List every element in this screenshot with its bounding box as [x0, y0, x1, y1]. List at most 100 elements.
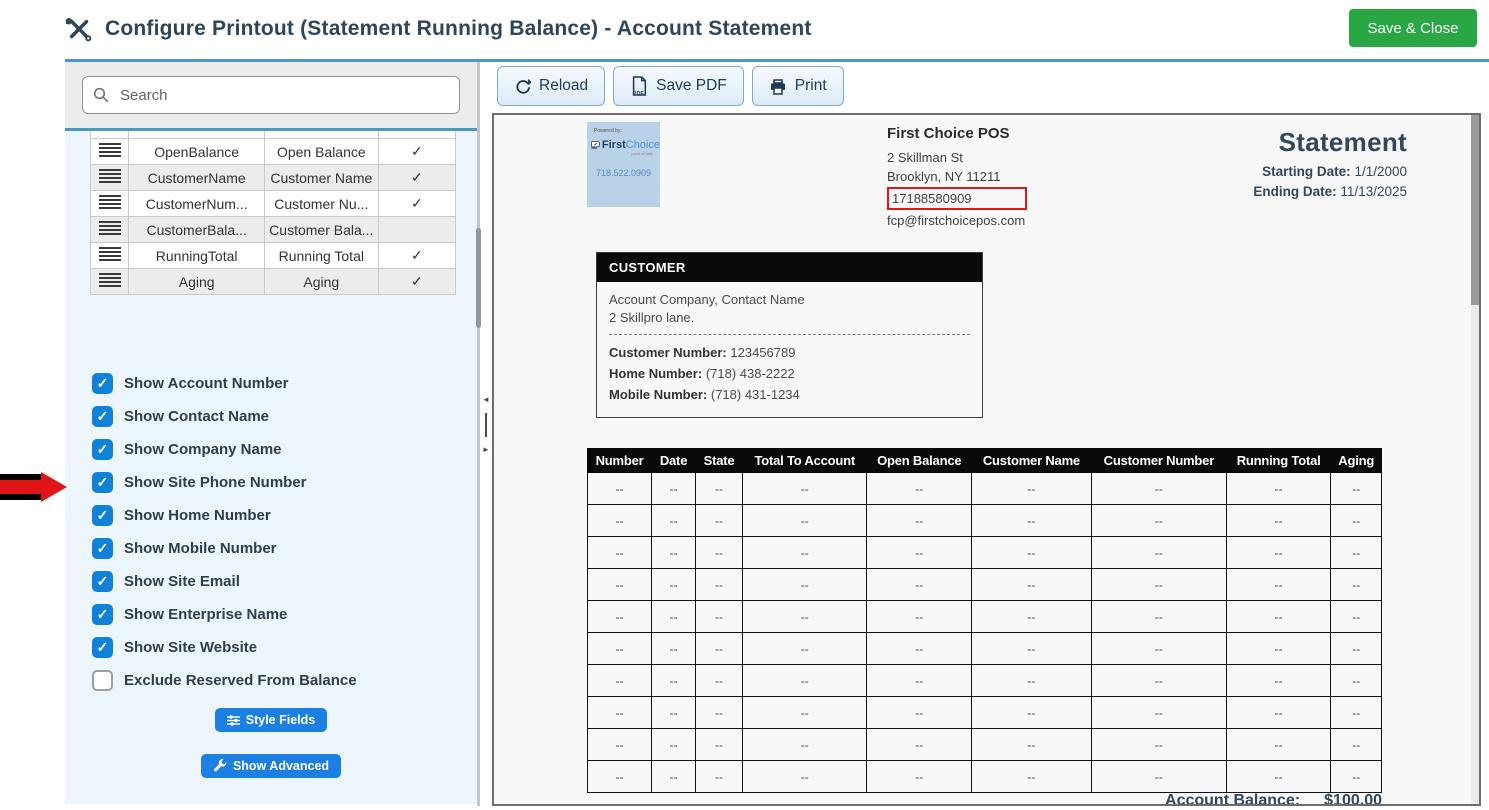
- drag-handle-icon[interactable]: [99, 247, 121, 261]
- sidebar-scrollbar-track[interactable]: [477, 62, 480, 806]
- field-display-name[interactable]: Customer Bala...: [264, 217, 378, 243]
- splitter-drag-handle[interactable]: [485, 413, 487, 437]
- search-input[interactable]: [118, 86, 449, 105]
- style-fields-button[interactable]: Style Fields: [215, 708, 327, 732]
- checkbox-show-account-number[interactable]: ✓Show Account Number: [92, 372, 477, 395]
- save-pdf-button[interactable]: PDF Save PDF: [613, 66, 744, 106]
- field-visible-check[interactable]: [378, 131, 455, 139]
- table-cell: --: [1226, 729, 1330, 761]
- fields-panel: OpenBalanceOpen Balance✓CustomerNameCust…: [65, 131, 477, 804]
- table-cell: --: [867, 729, 972, 761]
- field-name[interactable]: CustomerBala...: [129, 217, 264, 243]
- sidebar-scrollbar-thumb[interactable]: [476, 228, 481, 328]
- table-cell: --: [652, 633, 696, 665]
- checkbox-label: Show Site Phone Number: [124, 474, 307, 491]
- field-row[interactable]: CustomerNum...Customer Nu...✓: [91, 191, 456, 217]
- table-cell: --: [1091, 665, 1226, 697]
- print-label: Print: [795, 77, 827, 95]
- table-cell: --: [972, 761, 1092, 793]
- checkbox-show-site-website[interactable]: ✓Show Site Website: [92, 636, 477, 659]
- field-display-name[interactable]: Aging: [264, 269, 378, 295]
- field-display-name[interactable]: Customer Name: [264, 165, 378, 191]
- checkbox-exclude-reserved-from-balance[interactable]: Exclude Reserved From Balance: [92, 669, 477, 692]
- field-visible-check[interactable]: ✓: [378, 243, 455, 269]
- checked-checkbox-icon[interactable]: ✓: [92, 571, 113, 592]
- fields-table-viewport[interactable]: OpenBalanceOpen Balance✓CustomerNameCust…: [90, 131, 456, 295]
- checkbox-show-site-email[interactable]: ✓Show Site Email: [92, 570, 477, 593]
- unchecked-checkbox-icon[interactable]: [92, 670, 113, 691]
- field-visible-check[interactable]: ✓: [378, 165, 455, 191]
- save-close-button[interactable]: Save & Close: [1349, 9, 1477, 47]
- table-cell: --: [588, 729, 652, 761]
- checkbox-show-home-number[interactable]: ✓Show Home Number: [92, 504, 477, 527]
- field-name[interactable]: OpenBalance: [129, 139, 264, 165]
- table-row: ------------------: [588, 505, 1382, 537]
- field-name[interactable]: [129, 131, 264, 139]
- field-name[interactable]: Aging: [129, 269, 264, 295]
- field-name[interactable]: CustomerNum...: [129, 191, 264, 217]
- search-box[interactable]: [82, 76, 460, 114]
- field-visible-check[interactable]: [378, 217, 455, 243]
- field-visible-check[interactable]: ✓: [378, 269, 455, 295]
- field-row[interactable]: [91, 131, 456, 139]
- checkbox-show-mobile-number[interactable]: ✓ Show Mobile Number: [92, 537, 477, 560]
- field-name[interactable]: CustomerName: [129, 165, 264, 191]
- checked-checkbox-icon[interactable]: ✓: [92, 505, 113, 526]
- table-cell: --: [1091, 537, 1226, 569]
- checked-checkbox-icon[interactable]: ✓: [92, 472, 113, 493]
- field-display-name[interactable]: Running Total: [264, 243, 378, 269]
- table-cell: --: [867, 505, 972, 537]
- checked-checkbox-icon[interactable]: ✓: [92, 538, 113, 559]
- field-visible-check[interactable]: ✓: [378, 191, 455, 217]
- field-display-name[interactable]: [264, 131, 378, 139]
- field-row[interactable]: CustomerNameCustomer Name✓: [91, 165, 456, 191]
- field-row[interactable]: RunningTotalRunning Total✓: [91, 243, 456, 269]
- checked-checkbox-icon[interactable]: ✓: [92, 604, 113, 625]
- drag-handle-icon[interactable]: [99, 221, 121, 235]
- checked-checkbox-icon[interactable]: ✓: [92, 439, 113, 460]
- drag-handle-icon[interactable]: [99, 169, 121, 183]
- style-fields-label: Style Fields: [246, 713, 315, 727]
- home-number-row: Home Number: (718) 438-2222: [609, 363, 970, 384]
- print-button[interactable]: Print: [752, 66, 844, 106]
- panel-splitter[interactable]: ◄ ►: [481, 396, 491, 454]
- checked-checkbox-icon[interactable]: ✓: [92, 373, 113, 394]
- table-row: ------------------: [588, 761, 1382, 793]
- checkbox-show-site-phone-number[interactable]: ✓ Show Site Phone Number: [92, 471, 477, 494]
- table-cell: --: [1091, 697, 1226, 729]
- collapse-right-icon[interactable]: ►: [482, 446, 490, 454]
- field-row[interactable]: CustomerBala...Customer Bala...: [91, 217, 456, 243]
- collapse-left-icon[interactable]: ◄: [482, 396, 490, 404]
- site-email: fcp@firstchoicepos.com: [887, 211, 1027, 230]
- starting-date-value: 1/1/2000: [1354, 164, 1407, 179]
- checkbox-label: Exclude Reserved From Balance: [124, 672, 357, 689]
- field-row[interactable]: AgingAging✓: [91, 269, 456, 295]
- table-cell: --: [743, 569, 867, 601]
- table-cell: --: [972, 537, 1092, 569]
- field-name[interactable]: RunningTotal: [129, 243, 264, 269]
- table-cell: --: [867, 665, 972, 697]
- customer-box: CUSTOMER Account Company, Contact Name 2…: [596, 252, 983, 418]
- checkbox-show-company-name[interactable]: ✓Show Company Name: [92, 438, 477, 461]
- drag-handle-icon[interactable]: [99, 143, 121, 157]
- reload-button[interactable]: Reload: [497, 66, 605, 106]
- table-cell: --: [696, 665, 743, 697]
- table-cell: --: [972, 569, 1092, 601]
- checked-checkbox-icon[interactable]: ✓: [92, 637, 113, 658]
- drag-handle-icon[interactable]: [99, 273, 121, 287]
- table-cell: --: [652, 697, 696, 729]
- checkbox-show-contact-name[interactable]: ✓Show Contact Name: [92, 405, 477, 428]
- checkbox-show-enterprise-name[interactable]: ✓Show Enterprise Name: [92, 603, 477, 626]
- show-advanced-button[interactable]: Show Advanced: [201, 754, 341, 778]
- field-row[interactable]: OpenBalanceOpen Balance✓: [91, 139, 456, 165]
- checked-checkbox-icon[interactable]: ✓: [92, 406, 113, 427]
- field-display-name[interactable]: Open Balance: [264, 139, 378, 165]
- drag-handle-icon[interactable]: [99, 195, 121, 209]
- field-display-name[interactable]: Customer Nu...: [264, 191, 378, 217]
- field-visible-check[interactable]: ✓: [378, 139, 455, 165]
- checkbox-label: Show Mobile Number: [124, 540, 277, 557]
- logo-powered-by: Powered by:: [594, 128, 660, 134]
- preview-scrollbar-thumb[interactable]: [1471, 115, 1479, 305]
- sliders-icon: [227, 715, 240, 726]
- statement-header: Statement Starting Date: 1/1/2000 Ending…: [1253, 127, 1407, 202]
